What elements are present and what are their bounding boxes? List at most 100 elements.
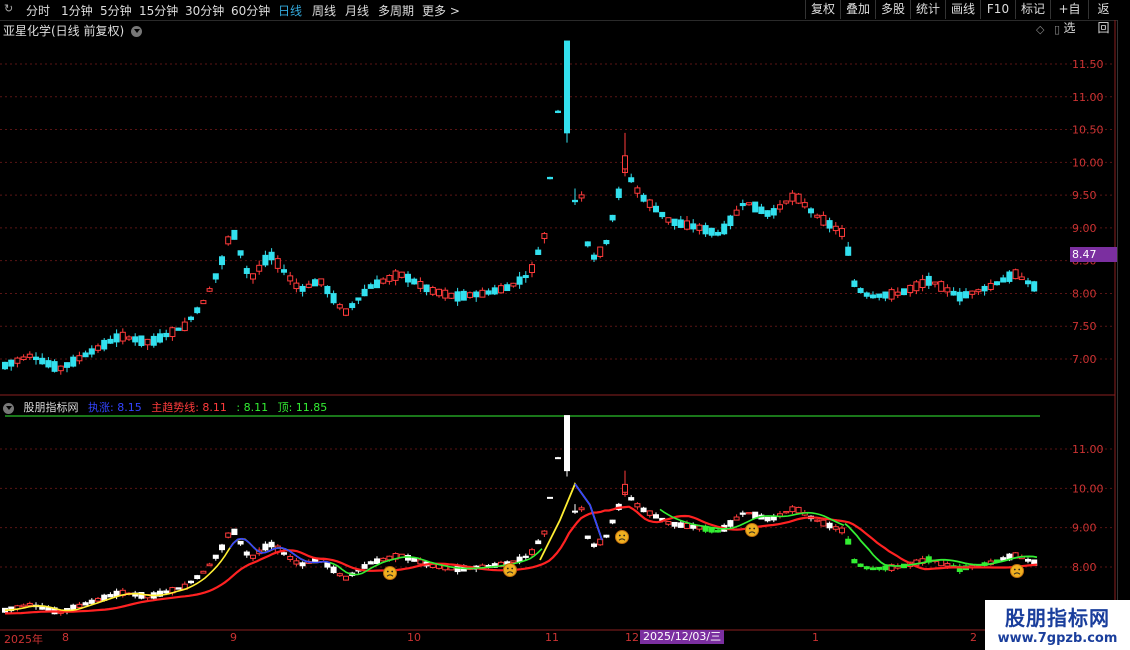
indicator-candle (665, 521, 672, 525)
candle (901, 288, 907, 296)
indicator-candle (225, 532, 232, 538)
indicator-candle (200, 570, 207, 574)
candle (460, 290, 467, 301)
candle (138, 335, 145, 346)
candle (113, 333, 120, 343)
candle (826, 220, 833, 229)
candle (287, 275, 294, 282)
candle (436, 288, 442, 297)
indicator-candle (76, 603, 83, 608)
frown-face-icon (1010, 564, 1024, 578)
candle (820, 214, 827, 226)
candle (659, 211, 666, 218)
indicator-candle (863, 566, 870, 570)
candle (225, 236, 232, 245)
indicator-candle (944, 563, 951, 567)
indicator-candle (535, 540, 542, 545)
indicator-candle (529, 549, 535, 555)
indicator-candle (622, 483, 628, 493)
candle (628, 177, 635, 183)
indicator-candle (733, 516, 740, 521)
watermark: 股朋指标网 www.7gpzb.com (985, 600, 1130, 650)
candle (758, 206, 765, 214)
candle (591, 254, 597, 260)
current-price-tag: 8.47 (1070, 247, 1118, 262)
candle (646, 199, 653, 208)
indicator-candle (212, 554, 219, 559)
date-label: 12 (625, 631, 639, 644)
candle (250, 273, 256, 280)
candle (330, 293, 337, 304)
hold-line (844, 523, 1038, 567)
kline-chart[interactable]: 11.5011.0010.5010.009.509.008.508.007.50… (0, 0, 1130, 650)
chevron-down-icon[interactable] (3, 402, 14, 414)
indicator-candle (839, 527, 845, 534)
candle (808, 208, 814, 214)
indicator-candle (175, 587, 182, 590)
price-tick-label: 11.00 (1072, 91, 1104, 104)
candle (504, 284, 511, 292)
watermark-title: 股朋指标网 (1005, 606, 1110, 630)
frown-face-eye (511, 567, 514, 570)
candle (832, 225, 839, 232)
candle (783, 200, 790, 204)
indicator-candle (411, 557, 418, 562)
indicator-candle (88, 599, 95, 604)
indicator-candle (564, 415, 570, 472)
indicator-candle (727, 520, 734, 527)
candle (981, 285, 988, 292)
candle (555, 110, 561, 114)
indicator-candle (95, 597, 101, 602)
indicator-candle (547, 496, 553, 499)
candle (88, 348, 95, 355)
price-tick-label: 10.00 (1072, 156, 1104, 169)
frown-face-icon (383, 566, 397, 580)
indicator-candle (20, 604, 27, 608)
candle (721, 223, 728, 235)
indicator-value-2: 主趋势线: 8.11 (151, 401, 227, 414)
candle (194, 307, 201, 314)
indicator-tick-label: 10.00 (1072, 482, 1104, 495)
indicator-candle (603, 534, 610, 538)
candle (343, 308, 349, 316)
date-label: 2025年 (4, 633, 43, 646)
candle (801, 202, 808, 208)
indicator-candle (516, 556, 523, 562)
price-tick-label: 9.50 (1072, 189, 1097, 202)
candle (888, 289, 895, 300)
candle (950, 290, 957, 296)
candle (1006, 271, 1013, 282)
indicator-candle (677, 522, 684, 528)
indicator-candle (330, 566, 337, 574)
candle (615, 188, 622, 198)
indicator-candle (82, 602, 89, 606)
candle (312, 279, 318, 287)
indicator-candle (324, 562, 331, 568)
candle (1012, 269, 1019, 280)
candle (175, 327, 182, 331)
indicator-candle (609, 519, 616, 524)
date-label: 10 (407, 631, 421, 644)
candle (677, 219, 684, 228)
candle (764, 210, 771, 217)
candle (1025, 280, 1031, 285)
indicator-candle (237, 540, 244, 545)
candle (640, 194, 647, 202)
price-tick-label: 8.00 (1072, 287, 1097, 300)
candle (39, 357, 46, 365)
candle (150, 335, 157, 346)
indicator-candle (653, 514, 659, 519)
indicator-value-1: 执涨: 8.15 (88, 401, 142, 414)
candle (603, 239, 610, 245)
candle (299, 285, 306, 292)
candle (963, 291, 969, 299)
candle (932, 281, 938, 285)
indicator-name[interactable]: 股朋指标网 (24, 401, 79, 414)
candle (70, 356, 77, 367)
right-info-panel[interactable] (1117, 20, 1130, 650)
indicator-candle (783, 511, 790, 514)
candle (987, 282, 994, 290)
candle (857, 288, 864, 294)
indicator-candle (206, 563, 213, 567)
candle (609, 214, 616, 221)
